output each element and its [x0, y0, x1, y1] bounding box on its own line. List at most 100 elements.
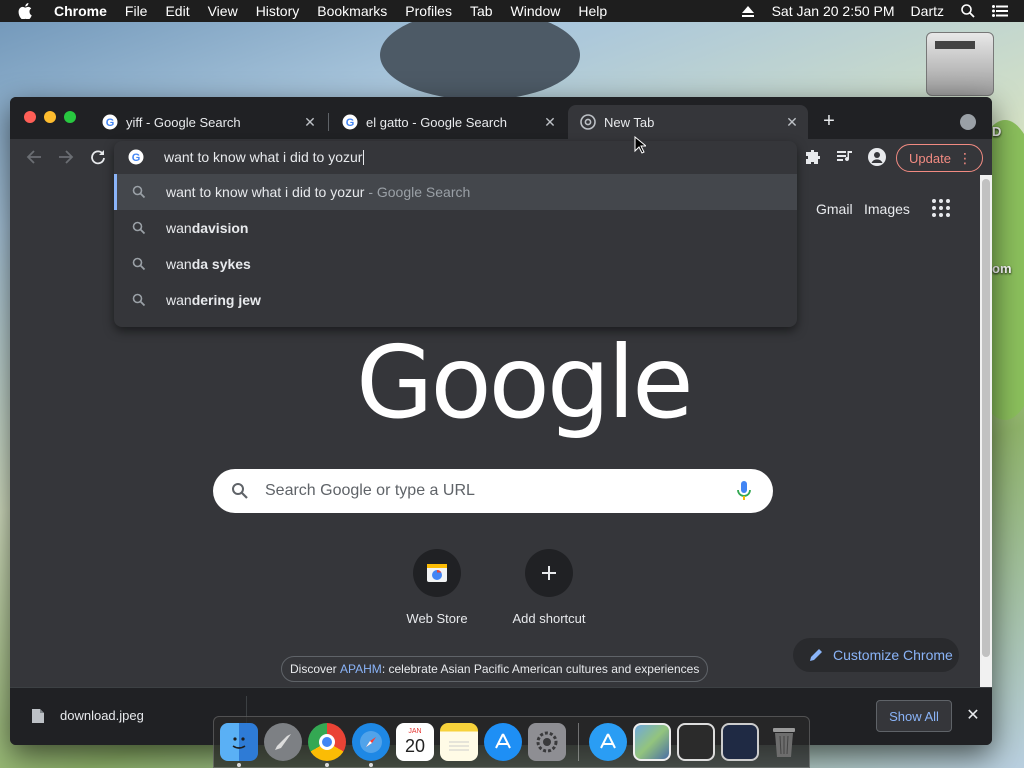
new-tab-button[interactable]: +	[818, 111, 840, 133]
chrome-favicon-icon	[580, 114, 596, 130]
menu-bookmarks[interactable]: Bookmarks	[317, 3, 387, 19]
mouse-cursor-icon	[634, 136, 646, 154]
address-bar[interactable]: G want to know what i did to yozur	[114, 141, 797, 173]
suggestion-item[interactable]: want to know what i did to yozur - Googl…	[114, 174, 797, 210]
menu-help[interactable]: Help	[578, 3, 607, 19]
shortcut-label: Add shortcut	[512, 611, 586, 626]
suggestion-item[interactable]: wan dering jew	[114, 282, 797, 318]
notes-icon[interactable]	[440, 723, 478, 761]
page-scrollbar[interactable]	[980, 175, 992, 687]
suggestion-text: want to know what i did to yozur	[166, 184, 365, 200]
svg-text:G: G	[346, 117, 355, 129]
profile-avatar-icon[interactable]	[867, 147, 887, 167]
finder-icon[interactable]	[220, 723, 258, 767]
media-control-icon[interactable]	[835, 147, 855, 167]
safari-icon[interactable]	[352, 723, 390, 767]
close-window-button[interactable]	[24, 111, 36, 123]
close-shelf-icon[interactable]: ✕	[964, 707, 982, 725]
promo-link[interactable]: APAHM	[340, 662, 382, 676]
tab-new-tab[interactable]: New Tab ✕	[568, 105, 808, 139]
gmail-link[interactable]: Gmail	[816, 201, 853, 217]
download-item[interactable]: download.jpeg	[32, 708, 144, 723]
suggestion-completion: da sykes	[191, 256, 251, 272]
menu-bar: Chrome File Edit View History Bookmarks …	[0, 0, 1024, 22]
system-preferences-icon[interactable]	[528, 723, 566, 761]
menu-edit[interactable]: Edit	[165, 3, 189, 19]
image-file-icon[interactable]	[633, 723, 671, 761]
app-store-icon[interactable]	[484, 723, 522, 761]
show-all-button[interactable]: Show All	[876, 700, 952, 732]
tab-yiff-search[interactable]: G yiff - Google Search ✕	[90, 105, 326, 139]
desktop-label-partial: om	[992, 261, 1012, 276]
back-button[interactable]	[24, 147, 44, 167]
text-caret	[363, 150, 365, 166]
screenshot-stack-icon[interactable]	[677, 723, 715, 761]
chrome-app-icon[interactable]	[308, 723, 346, 767]
dock-divider	[578, 723, 579, 761]
shortcut-add[interactable]: Add shortcut	[501, 549, 597, 626]
google-apps-icon[interactable]	[932, 199, 950, 217]
chrome-window: G yiff - Google Search ✕ G el gatto - Go…	[10, 97, 992, 745]
customize-chrome-button[interactable]: Customize Chrome	[793, 638, 959, 672]
notification-center-icon[interactable]	[992, 3, 1008, 19]
images-link[interactable]: Images	[864, 201, 910, 217]
promo-text: Discover	[290, 662, 341, 676]
hard-drive-icon[interactable]	[926, 32, 994, 96]
promo-text: : celebrate Asian Pacific American cultu…	[381, 662, 700, 676]
ntp-search-box[interactable]	[213, 469, 773, 513]
shortcut-web-store[interactable]: Web Store	[389, 549, 485, 626]
search-icon	[132, 293, 146, 307]
file-icon	[32, 708, 44, 723]
search-icon	[132, 221, 146, 235]
zoom-window-button[interactable]	[64, 111, 76, 123]
trash-icon[interactable]	[765, 723, 803, 761]
suggestion-prefix: wan	[166, 256, 192, 272]
menu-profiles[interactable]: Profiles	[405, 3, 452, 19]
tab-title: New Tab	[604, 114, 655, 130]
update-label: Update	[909, 150, 951, 166]
menubar-user[interactable]: Dartz	[911, 3, 944, 19]
spotlight-search-icon[interactable]	[960, 3, 976, 19]
suggestion-item[interactable]: wan davision	[114, 210, 797, 246]
menu-app-chrome[interactable]: Chrome	[54, 3, 107, 19]
extensions-icon[interactable]	[803, 147, 823, 167]
apple-icon[interactable]	[18, 2, 36, 20]
forward-button[interactable]	[56, 147, 76, 167]
calendar-icon[interactable]: JAN 20	[396, 723, 434, 761]
menu-history[interactable]: History	[256, 3, 300, 19]
minimize-window-button[interactable]	[44, 111, 56, 123]
suggestion-completion: davision	[191, 220, 249, 236]
update-button[interactable]: Update ⋮	[896, 144, 983, 172]
eject-icon[interactable]	[740, 3, 756, 19]
applications-folder-icon[interactable]	[589, 723, 627, 761]
menu-tab[interactable]: Tab	[470, 3, 493, 19]
tab-close-icon[interactable]: ✕	[542, 114, 558, 130]
pencil-icon	[810, 649, 822, 661]
menu-view[interactable]: View	[208, 3, 238, 19]
ntp-search-input[interactable]	[265, 482, 705, 500]
more-menu-icon[interactable]: ⋮	[958, 150, 972, 167]
reload-button[interactable]	[88, 147, 108, 167]
google-favicon-icon: G	[342, 114, 358, 130]
tab-el-gatto-search[interactable]: G el gatto - Google Search ✕	[330, 105, 566, 139]
suggestion-completion: dering jew	[191, 292, 261, 308]
menubar-clock[interactable]: Sat Jan 20 2:50 PM	[772, 3, 895, 19]
tab-search-icon[interactable]	[960, 114, 976, 130]
suggestion-prefix: wan	[166, 292, 192, 308]
tab-close-icon[interactable]: ✕	[784, 114, 800, 130]
suggestion-item[interactable]: wan da sykes	[114, 246, 797, 282]
launchpad-icon[interactable]	[264, 723, 302, 761]
tab-title: el gatto - Google Search	[366, 114, 507, 130]
shortcut-label: Web Store	[406, 611, 468, 626]
promo-banner[interactable]: Discover APAHM: celebrate Asian Pacific …	[281, 656, 709, 682]
documents-stack-icon[interactable]	[721, 723, 759, 761]
menu-file[interactable]: File	[125, 3, 148, 19]
omnibox-dropdown: G want to know what i did to yozur want …	[114, 141, 797, 327]
dock: JAN 20	[213, 716, 810, 768]
microphone-icon[interactable]	[737, 481, 751, 501]
menu-window[interactable]: Window	[511, 3, 561, 19]
tab-close-icon[interactable]: ✕	[302, 114, 318, 130]
google-logo: Google	[356, 324, 694, 441]
search-icon	[232, 483, 248, 499]
download-file-name: download.jpeg	[60, 708, 144, 723]
